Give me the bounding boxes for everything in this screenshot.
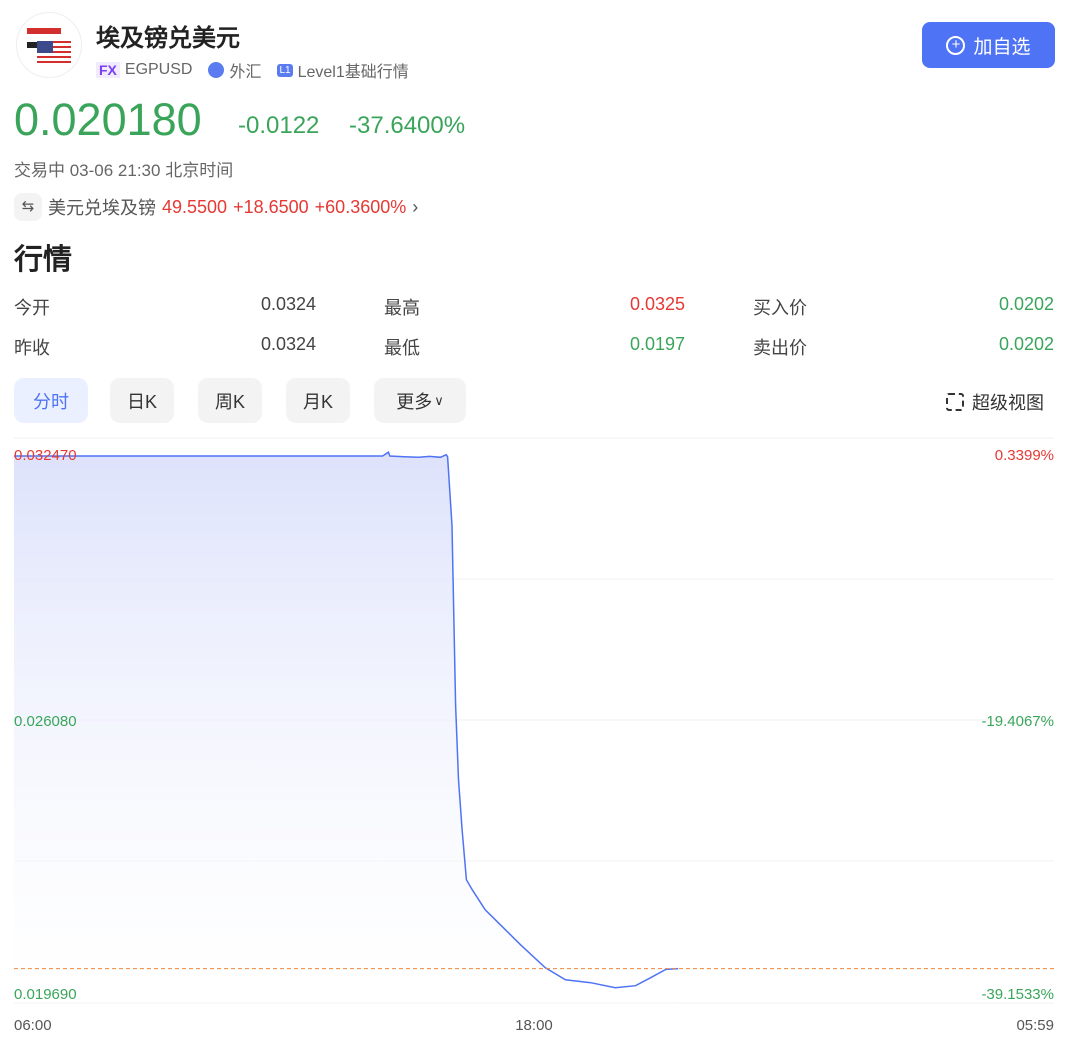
tab-daily-k[interactable]: 日K	[110, 378, 174, 423]
tab-intraday[interactable]: 分时	[14, 378, 88, 423]
y-tick-left: 0.026080	[14, 713, 77, 730]
section-title: 行情	[14, 236, 72, 278]
tab-weekly-k[interactable]: 周K	[198, 378, 262, 423]
y-tick-right: 0.3399%	[995, 447, 1054, 464]
x-tick: 05:59	[1016, 1017, 1054, 1034]
instrument-title: 埃及镑兑美元	[96, 18, 240, 53]
fullscreen-icon	[946, 393, 964, 411]
stat-value: 0.0324	[196, 334, 316, 355]
stat-value: 0.0202	[934, 334, 1054, 355]
level1-icon: L1	[277, 64, 292, 77]
trading-status: 交易中 03-06 21:30 北京时间	[14, 156, 233, 181]
currency-flag-logo	[16, 12, 82, 78]
tab-more[interactable]: 更多∨	[374, 378, 466, 423]
reverse-pair-link[interactable]: ⇆ 美元兑埃及镑 49.5500 +18.6500 +60.3600% ›	[14, 193, 418, 221]
stat-label: 卖出价	[753, 334, 807, 360]
y-tick-left: 0.019690	[14, 986, 77, 1003]
price-change-percent: -37.6400%	[349, 112, 465, 140]
reverse-change: +18.6500	[233, 197, 309, 218]
fx-badge: FX	[96, 62, 120, 78]
egypt-us-flag-icon	[17, 13, 83, 79]
swap-icon: ⇆	[14, 193, 42, 221]
y-tick-left: 0.032470	[14, 447, 77, 464]
stat-label: 最低	[384, 334, 420, 360]
x-tick: 18:00	[515, 1017, 553, 1034]
y-tick-right: -19.4067%	[981, 713, 1054, 730]
chevron-down-icon: ∨	[434, 393, 444, 409]
super-view-label: 超级视图	[972, 389, 1044, 415]
symbol: EGPUSD	[125, 61, 193, 79]
tab-more-label: 更多	[396, 388, 432, 414]
current-price: 0.020180	[14, 94, 202, 146]
intraday-chart[interactable]: 0.032470 0.026080 0.019690 0.3399% -19.4067%…	[0, 430, 1080, 1040]
plus-circle-icon: +	[946, 36, 965, 55]
chevron-right-icon: ›	[412, 197, 418, 218]
price-area	[14, 452, 678, 1003]
stat-value: 0.0325	[565, 294, 685, 315]
price-change: -0.0122	[238, 112, 319, 140]
tab-monthly-k[interactable]: 月K	[286, 378, 350, 423]
stat-label: 最高	[384, 294, 420, 320]
y-tick-right: -39.1533%	[981, 986, 1054, 1003]
stat-value: 0.0324	[196, 294, 316, 315]
add-watchlist-button[interactable]: + 加自选	[922, 22, 1055, 68]
reverse-change-percent: +60.3600%	[315, 197, 407, 218]
stat-value: 0.0197	[565, 334, 685, 355]
reverse-price: 49.5500	[162, 197, 227, 218]
market-label: 外汇	[229, 58, 261, 82]
reverse-pair-label: 美元兑埃及镑	[48, 194, 156, 220]
level-label: Level1基础行情	[298, 58, 409, 82]
x-tick: 06:00	[14, 1017, 52, 1034]
stat-value: 0.0202	[934, 294, 1054, 315]
stat-label: 今开	[14, 294, 50, 320]
add-watchlist-label: 加自选	[973, 32, 1030, 59]
stat-label: 昨收	[14, 334, 50, 360]
stat-label: 买入价	[753, 294, 807, 320]
globe-icon	[208, 62, 224, 78]
super-view-button[interactable]: 超级视图	[946, 389, 1044, 415]
